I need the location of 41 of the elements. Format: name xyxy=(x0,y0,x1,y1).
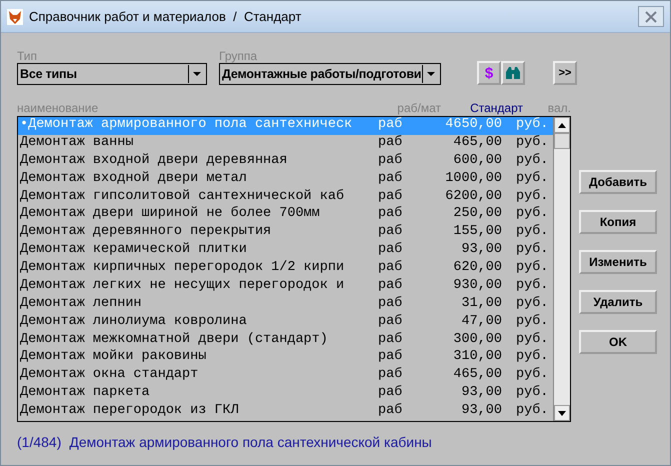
table-row[interactable]: Демонтаж ванны раб 465,00 руб. xyxy=(18,134,553,153)
scrollbar[interactable] xyxy=(553,117,570,421)
action-button[interactable]: OK xyxy=(579,330,657,354)
table-row[interactable]: Демонтаж окна стандарт раб 465,00 руб. xyxy=(18,367,553,386)
binoculars-icon xyxy=(505,66,521,80)
table-row[interactable]: Демонтаж мойки раковины раб 310,00 руб. xyxy=(18,349,553,368)
table-row[interactable]: Демонтаж двери шириной не более 700мм раб 250,00 руб. xyxy=(18,206,553,224)
table-row[interactable]: Демонтаж входной двери метал раб 1000,00 руб. xyxy=(18,170,553,188)
action-button[interactable]: Добавить xyxy=(579,170,657,194)
close-icon xyxy=(645,10,657,22)
table-row[interactable]: Демонтаж деревянного перекрытия раб 155,00 руб. xyxy=(18,224,553,242)
table-row[interactable]: Демонтаж легких не несущих перегородок и раб 930,00 руб. xyxy=(18,278,553,296)
caret-icon xyxy=(427,72,435,76)
table-row[interactable]: Демонтаж линолиума ковролина раб 47,00 руб. xyxy=(18,314,553,332)
table-row[interactable]: Демонтаж межкомнатной двери (стандарт) раб 300,00 руб. xyxy=(18,332,553,350)
dropdown[interactable]: Демонтажные работы/подготови xyxy=(219,63,441,85)
expand-button[interactable]: >> xyxy=(553,61,577,85)
down-arrow-icon xyxy=(558,410,566,416)
field-label: Тип xyxy=(17,49,38,63)
record-counter: (1/484) xyxy=(17,434,62,450)
dropdown[interactable]: Все типы xyxy=(17,63,207,85)
table-row[interactable]: Демонтаж лепнин раб 31,00 руб. xyxy=(18,296,553,314)
caret-icon xyxy=(193,72,201,76)
close-button[interactable] xyxy=(638,6,664,27)
table-row[interactable]: Демонтаж паркета раб 93,00 руб. xyxy=(18,385,553,403)
scroll-thumb[interactable] xyxy=(554,133,570,149)
table-row[interactable]: Демонтаж керамической плитки раб 93,00 руб. xyxy=(18,242,553,260)
up-arrow-icon xyxy=(558,122,566,128)
table-row[interactable]: Демонтаж перегородок из ГКЛ раб 93,00 руб. xyxy=(18,403,553,421)
table-row[interactable]: Демонтаж кирпичных перегородок 1/2 кирпи раб 620,00 руб. xyxy=(18,260,553,278)
window-title: Справочник работ и материалов / Стандарт xyxy=(29,9,302,24)
column-header[interactable]: Стандарт xyxy=(441,101,523,116)
action-button[interactable]: Удалить xyxy=(579,290,657,314)
fox-icon xyxy=(7,8,23,24)
search-button[interactable] xyxy=(501,61,525,85)
table-row[interactable]: Демонтаж входной двери деревянная раб 600,00 руб. xyxy=(18,152,553,171)
table-row[interactable]: Демонтаж гипсолитовой сантехнической каб раб 6200,00 руб. xyxy=(18,188,553,206)
action-button[interactable]: Копия xyxy=(579,210,657,234)
status-text: Демонтаж армированного пола сантехнической кабины xyxy=(69,434,432,450)
field-label: Группа xyxy=(219,49,258,63)
action-button[interactable]: Изменить xyxy=(579,250,657,274)
